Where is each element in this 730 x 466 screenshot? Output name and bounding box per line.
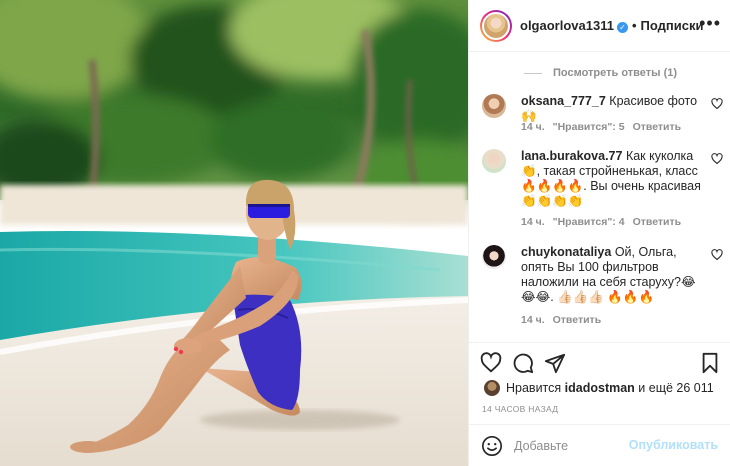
paper-plane-icon[interactable] xyxy=(544,352,566,374)
comment-input[interactable] xyxy=(514,438,644,453)
commenter-username[interactable]: oksana_777_7 xyxy=(521,94,606,108)
view-replies-label: Посмотреть ответы (1) xyxy=(553,67,678,79)
comment-text: chuykonataliya Ой, Ольга, опять Вы 100 ф… xyxy=(521,245,701,305)
comment-meta: 14 ч. "Нравится": 5 Ответить xyxy=(521,121,689,133)
reply-button[interactable]: Ответить xyxy=(633,216,682,228)
avatar[interactable] xyxy=(480,9,512,42)
comment-time[interactable]: 14 ч. xyxy=(521,121,545,133)
comment-like-heart-icon[interactable] xyxy=(711,153,723,165)
likes-count[interactable]: и ещё 26 011 xyxy=(638,381,713,395)
emoji-icon[interactable] xyxy=(481,435,503,457)
comments-list[interactable]: Посмотреть ответы (1) oksana_777_7 Краси… xyxy=(469,52,730,342)
username-text: olgaorlova1311 xyxy=(520,18,614,33)
reply-button[interactable]: Ответить xyxy=(553,314,602,326)
commenter-avatar[interactable] xyxy=(482,149,506,173)
comment-time[interactable]: 14 ч. xyxy=(521,216,545,228)
likes-prefix: Нравится xyxy=(506,381,562,395)
username-link[interactable]: olgaorlova1311 ✓ xyxy=(520,18,628,33)
commenter-username[interactable]: chuykonataliya xyxy=(521,245,611,259)
verified-badge-icon: ✓ xyxy=(616,22,628,33)
post-photo[interactable] xyxy=(0,0,468,466)
comment-meta: 14 ч. Ответить xyxy=(521,314,609,326)
heart-icon[interactable] xyxy=(480,352,502,374)
post-time-ago[interactable]: 14 ЧАСОВ НАЗАД xyxy=(482,404,558,414)
commenter-avatar[interactable] xyxy=(482,245,506,269)
comment-likes[interactable]: "Нравится": 4 xyxy=(553,216,625,228)
liker-avatar xyxy=(484,380,500,396)
post-header: olgaorlova1311 ✓ • Подписки ••• xyxy=(469,0,730,52)
comment-text: lana.burakova.77 Как куколка👏, такая стр… xyxy=(521,149,701,209)
more-options-icon[interactable]: ••• xyxy=(699,14,721,32)
comment-like-heart-icon[interactable] xyxy=(711,98,723,110)
publish-button[interactable]: Опубликовать xyxy=(629,438,718,452)
bookmark-icon[interactable] xyxy=(699,352,721,374)
comment-meta: 14 ч. "Нравится": 4 Ответить xyxy=(521,216,689,228)
add-comment-bar: Опубликовать xyxy=(469,424,730,466)
post-side-panel: olgaorlova1311 ✓ • Подписки ••• Посмотрет… xyxy=(468,0,730,466)
comment-like-heart-icon[interactable] xyxy=(711,249,723,261)
commenter-username[interactable]: lana.burakova.77 xyxy=(521,149,622,163)
post-actions-bar xyxy=(469,342,730,378)
comment-text: oksana_777_7 Красивое фото 🙌 xyxy=(521,94,701,124)
following-button[interactable]: Подписки xyxy=(641,18,704,33)
comment-time[interactable]: 14 ч. xyxy=(521,314,545,326)
comment-icon[interactable] xyxy=(512,352,534,374)
separator-dot: • xyxy=(631,18,637,33)
reply-button[interactable]: Ответить xyxy=(633,121,682,133)
liker-username[interactable]: idadostman xyxy=(565,381,635,395)
comment-likes[interactable]: "Нравится": 5 xyxy=(553,121,625,133)
view-replies-button[interactable]: Посмотреть ответы (1) xyxy=(524,67,677,79)
post-viewer: olgaorlova1311 ✓ • Подписки ••• Посмотрет… xyxy=(0,0,730,466)
beach-photo xyxy=(0,0,468,466)
likes-summary[interactable]: Нравится idadostman и ещё 26 011 xyxy=(484,378,714,398)
commenter-avatar[interactable] xyxy=(482,94,506,118)
replies-divider xyxy=(524,72,542,74)
